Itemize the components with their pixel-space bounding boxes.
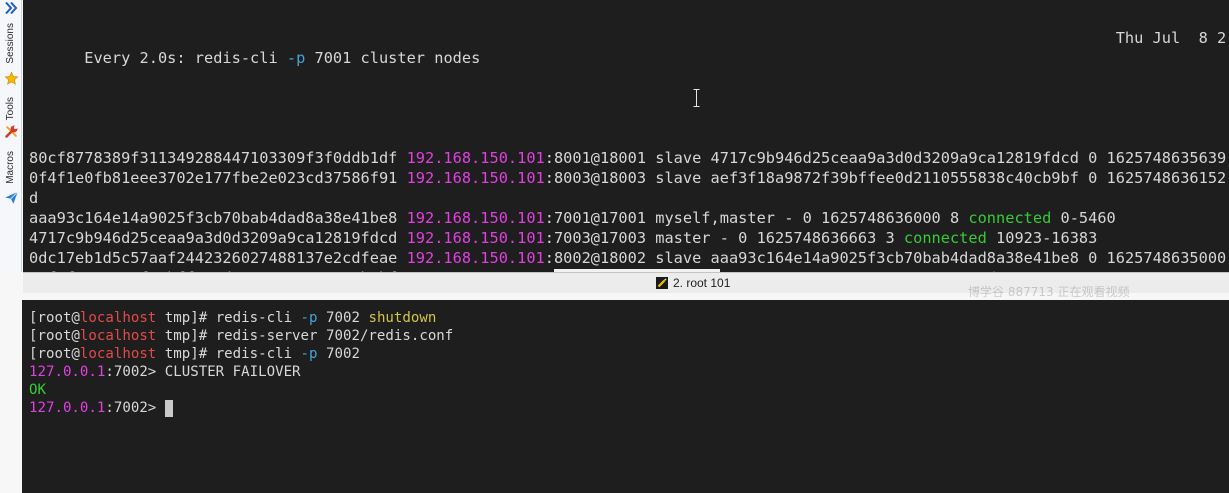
double-chevron-right-icon[interactable] [4,0,18,15]
plain-text: 7002 [317,310,369,326]
terminal-output-bottom: [root@localhost tmp]# redis-cli -p 7002 … [29,309,453,417]
cluster-node-line: d [29,188,1226,208]
tab-macros-label: Macros [5,151,16,184]
hostname-text: localhost [79,328,157,344]
side-panel: Sessions Tools Macros [0,0,22,272]
flag-text: -p [286,49,306,67]
cluster-nodes-output: 80cf8778389f311349288447103309f3f0ddb1df… [29,148,1226,272]
terminal-output-top: Every 2.0s: redis-cli -p 7001 cluster no… [29,0,1226,272]
plain-text: :7003@17003 master - 0 1625748636663 3 [544,229,904,247]
plain-text: 0f4f1e0fb81eee3702e177fbe2e023cd37586f91 [29,169,407,187]
terminal-session-icon [656,277,668,289]
keyword-text: shutdown [368,310,437,326]
ip-text: 192.168.150.101 [406,229,545,247]
ip-text: 192.168.150.101 [406,249,545,267]
plain-text: 0dc17eb1d5c57aaf2442326027488137e2cdfeae [29,249,407,267]
plain-text: tmp]# redis-cli [156,346,301,362]
ip-text: 192.168.150.101 [406,149,545,167]
flag-text: -p [300,346,318,362]
plain-text: tmp]# redis-server 7002/redis.conf [156,328,454,344]
plain-text: :8001@18001 slave 4717c9b946d25ceaa9a3d0… [544,149,1227,167]
plain-text: aaa93c164e14a9025f3cb70bab4dad8a38e41be8 [29,209,407,227]
plain-text: [root@ [29,346,80,362]
session-tab-label: 2. root 101 [673,276,731,290]
mouse-ibeam-cursor [693,89,700,107]
cluster-node-line: 0f4f1e0fb81eee3702e177fbe2e023cd37586f91… [29,168,1226,188]
terminal-cursor [164,399,174,417]
success-text: OK [29,382,46,398]
ip-text: 127.0.0.1 [29,400,106,416]
plain-text: 7002 [317,346,360,362]
tab-tools-label: Tools [5,97,16,121]
watch-header: Every 2.0s: redis-cli -p 7001 cluster no… [29,28,1227,67]
plain-text: 10923-16383 [986,229,1098,247]
plain-text: :8002@18002 slave aaa93c164e14a9025f3cb7… [544,249,1227,267]
watch-header-datetime: Thu Jul 8 2 [1115,29,1227,47]
plain-text: 4717c9b946d25ceaa9a3d0d3209a9ca12819fdcd [29,229,407,247]
watch-command: Every 2.0s: redis-cli -p 7001 cluster no… [84,49,480,67]
flag-text: -p [300,310,318,326]
shell-line: [root@localhost tmp]# redis-server 7002/… [29,327,453,345]
shell-line: [root@localhost tmp]# redis-cli -p 7002 … [29,309,453,327]
shell-line: 127.0.0.1:7002> CLUSTER FAILOVER [29,363,453,381]
success-text: connected [903,229,987,247]
cluster-node-line: 0dc17eb1d5c57aaf2442326027488137e2cdfeae… [29,248,1226,268]
ip-text: 192.168.150.101 [406,169,545,187]
shell-line: [root@localhost tmp]# redis-cli -p 7002 [29,345,453,363]
tab-sessions[interactable]: Sessions [0,18,21,88]
paper-plane-icon [4,190,19,205]
plain-text: :7002> CLUSTER FAILOVER [105,364,301,380]
cluster-node-line: aaa93c164e14a9025f3cb70bab4dad8a38e41be8… [29,208,1226,228]
cluster-node-line: 80cf8778389f311349288447103309f3f0ddb1df… [29,148,1226,168]
tab-sessions-label: Sessions [5,23,16,64]
plain-text: 7001 cluster nodes [305,49,481,67]
shell-line: 127.0.0.1:7002> [29,399,453,417]
star-icon [4,71,19,86]
ip-text: 127.0.0.1 [29,364,106,380]
plain-text: :7002> [105,400,165,416]
tab-macros[interactable]: Macros [0,146,21,208]
tools-icon [4,124,19,139]
plain-text: [root@ [29,310,80,326]
hostname-text: localhost [79,310,157,326]
cluster-node-line: 4717c9b946d25ceaa9a3d0d3209a9ca12819fdcd… [29,228,1226,248]
terminal-pane-bottom[interactable]: [root@localhost tmp]# redis-cli -p 7002 … [22,300,1229,493]
shell-line: OK [29,381,453,399]
plain-text: 0-5460 [1051,209,1116,227]
session-tab-indicator[interactable]: 2. root 101 [656,276,730,290]
plain-text: tmp]# redis-cli [156,310,301,326]
success-text: connected [968,209,1052,227]
plain-text: :7001@17001 myself,master - 0 1625748636… [544,209,969,227]
plain-text: 80cf8778389f311349288447103309f3f0ddb1df [29,149,407,167]
watermark-text: 博学谷 887713 正在观看视频 [968,285,1130,299]
tab-tools[interactable]: Tools [0,92,21,142]
terminal-pane-top[interactable]: Every 2.0s: redis-cli -p 7001 cluster no… [23,0,1229,272]
plain-text: Every 2.0s: redis-cli [84,49,287,67]
hostname-text: localhost [79,346,157,362]
ip-text: 192.168.150.101 [406,209,545,227]
plain-text: :8003@18003 slave aef3f18a9872f39bffee0d… [544,169,1227,187]
plain-text: d [29,189,39,207]
plain-text: [root@ [29,328,80,344]
